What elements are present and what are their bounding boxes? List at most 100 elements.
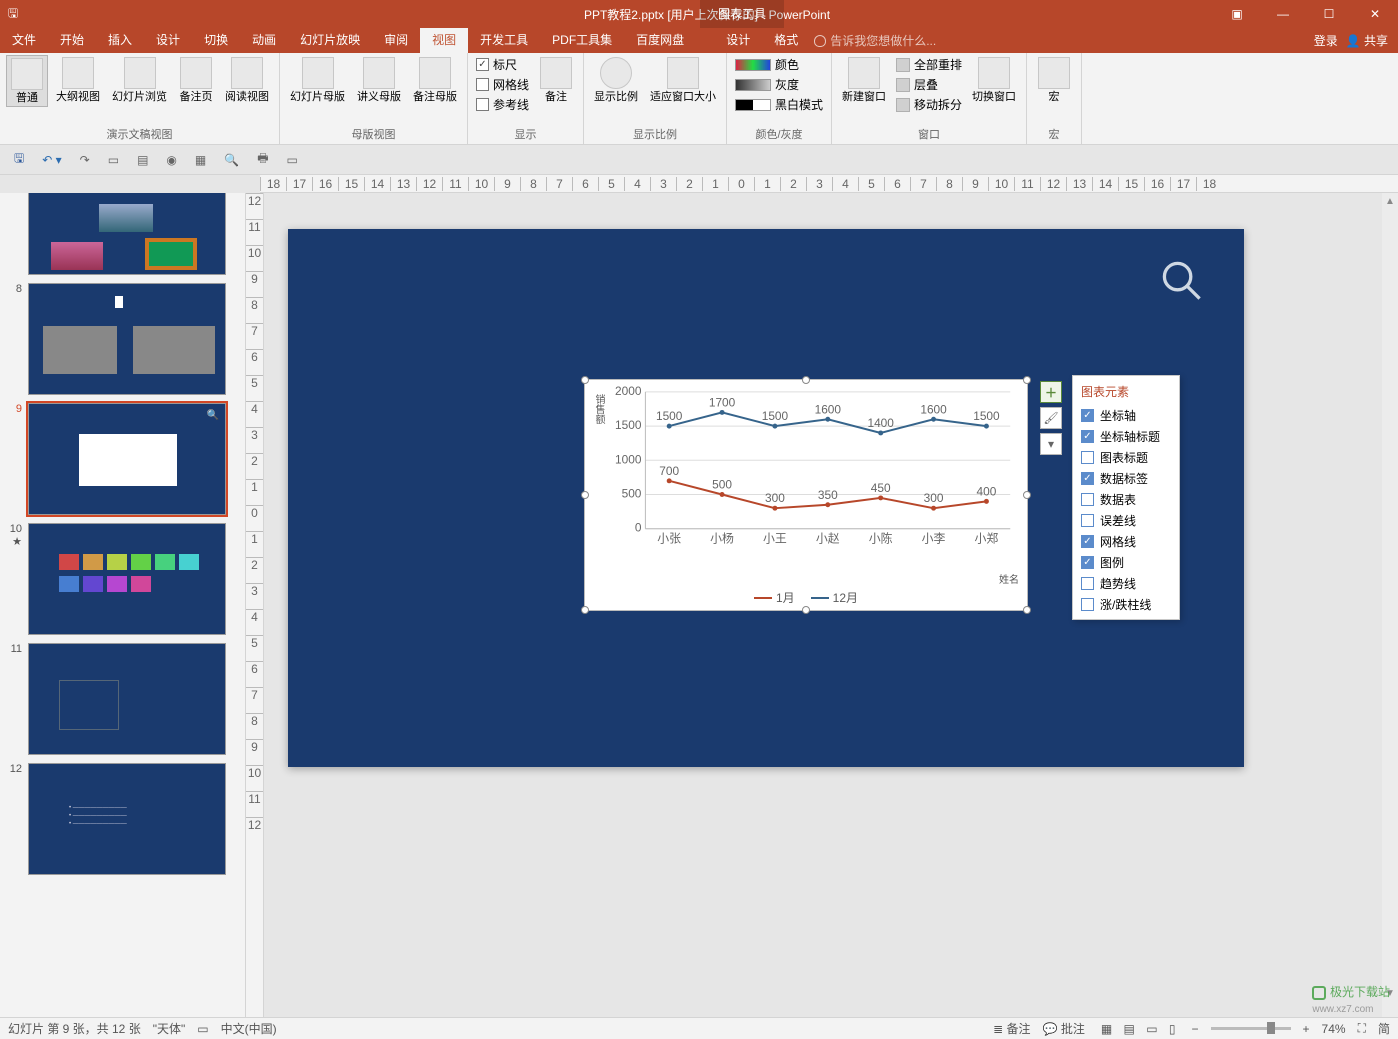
thumb-slide-11[interactable]: 11 [0, 639, 245, 759]
new-window-button[interactable]: 新建窗口 [838, 55, 890, 105]
qat-icon-2[interactable]: ▤ [137, 153, 148, 167]
maximize-icon[interactable]: ☐ [1306, 0, 1352, 28]
sorter-view-icon[interactable]: ▤ [1120, 1022, 1139, 1036]
save-icon[interactable]: 🖫 [14, 149, 24, 170]
grayscale-button[interactable]: 灰度 [733, 75, 825, 94]
fit-slide-icon[interactable]: ⛶ [1358, 1021, 1366, 1036]
gridlines-checkbox[interactable]: 网格线 [474, 75, 531, 94]
arrange-all-button[interactable]: 全部重排 [894, 55, 964, 74]
tab-insert[interactable]: 插入 [96, 28, 144, 53]
tab-chart-format[interactable]: 格式 [762, 28, 810, 53]
zoom-button[interactable]: 显示比例 [590, 55, 642, 105]
slide-counter[interactable]: 幻灯片 第 9 张，共 12 张 [8, 1020, 141, 1037]
chart-filters-button[interactable]: ▾ [1040, 433, 1062, 455]
resize-handle-tl[interactable] [581, 376, 589, 384]
color-mode-button[interactable]: 颜色 [733, 55, 825, 74]
view-sorter-button[interactable]: 幻灯片浏览 [108, 55, 171, 105]
scroll-up-icon[interactable]: ▲ [1382, 193, 1398, 209]
ce-趋势线[interactable]: 趋势线 [1073, 573, 1179, 594]
thumb-slide-9[interactable]: 9🔍 [0, 399, 245, 519]
tab-transitions[interactable]: 切换 [192, 28, 240, 53]
qat-icon-1[interactable]: ▭ [108, 153, 119, 167]
tab-developer[interactable]: 开发工具 [468, 28, 540, 53]
bw-mode-button[interactable]: 黑白模式 [733, 95, 825, 114]
notes-master-button[interactable]: 备注母版 [409, 55, 461, 105]
resize-handle-tr[interactable] [1023, 376, 1031, 384]
qat-icon-3[interactable]: ◉ [166, 153, 176, 167]
tab-file[interactable]: 文件 [0, 28, 48, 53]
view-normal-button[interactable]: 普通 [6, 55, 48, 107]
tab-design[interactable]: 设计 [144, 28, 192, 53]
notes-toggle[interactable]: ≣ 备注 [993, 1020, 1030, 1037]
undo-icon[interactable]: ↶ ▾ [42, 153, 61, 167]
ce-误差线[interactable]: 误差线 [1073, 510, 1179, 531]
chart-styles-button[interactable]: 🖌 [1040, 407, 1062, 429]
cascade-button[interactable]: 层叠 [894, 75, 964, 94]
login-button[interactable]: 登录 [1314, 32, 1338, 49]
zoom-in-icon[interactable]: + [1303, 1022, 1310, 1036]
slide-master-button[interactable]: 幻灯片母版 [286, 55, 349, 105]
guides-checkbox[interactable]: 参考线 [474, 95, 531, 114]
ruler-checkbox[interactable]: 标尺 [474, 55, 531, 74]
thumb-slide-8[interactable]: 8 [0, 279, 245, 399]
language-indicator[interactable]: 中文(中国) [221, 1020, 277, 1037]
horizontal-ruler[interactable]: 1817161514131211109876543210123456789101… [260, 175, 1398, 193]
tab-chart-design[interactable]: 设计 [714, 28, 762, 53]
qat-icon-5[interactable]: 🔍 [224, 153, 239, 167]
tab-review[interactable]: 审阅 [372, 28, 420, 53]
tab-baidu[interactable]: 百度网盘 [624, 28, 696, 53]
view-notespage-button[interactable]: 备注页 [175, 55, 217, 105]
ce-图表标题[interactable]: 图表标题 [1073, 447, 1179, 468]
chart-elements-button[interactable]: ＋ [1040, 381, 1062, 403]
resize-handle-br[interactable] [1023, 606, 1031, 614]
zoom-out-icon[interactable]: − [1192, 1022, 1199, 1036]
simplified-chinese-indicator[interactable]: 简 [1378, 1020, 1390, 1037]
tab-slideshow[interactable]: 幻灯片放映 [288, 28, 372, 53]
resize-handle-bl[interactable] [581, 606, 589, 614]
slide-thumbnail-panel[interactable]: 89🔍10 ★1112• —————————• —————————• —————… [0, 193, 246, 1017]
resize-handle-bm[interactable] [802, 606, 810, 614]
qat-icon-4[interactable]: ▦ [195, 153, 206, 167]
zoom-slider[interactable] [1211, 1027, 1291, 1030]
minimize-icon[interactable]: — [1260, 0, 1306, 28]
vertical-scrollbar[interactable]: ▲ ▼ [1382, 193, 1398, 1017]
autosave-icon[interactable]: 🖫 [4, 5, 22, 23]
share-button[interactable]: 👤 共享 [1346, 32, 1388, 49]
resize-handle-ml[interactable] [581, 491, 589, 499]
ce-图例[interactable]: 图例 [1073, 552, 1179, 573]
slideshow-view-icon[interactable]: ▯ [1165, 1022, 1180, 1036]
resize-handle-mr[interactable] [1023, 491, 1031, 499]
tell-me-search[interactable]: 告诉我您想做什么... [810, 28, 970, 53]
fit-window-button[interactable]: 适应窗口大小 [646, 55, 720, 105]
thumb-slide-7-partial[interactable] [0, 193, 245, 279]
close-icon[interactable]: ✕ [1352, 0, 1398, 28]
ce-坐标轴[interactable]: 坐标轴 [1073, 405, 1179, 426]
qat-icon-7[interactable]: ▭ [287, 153, 298, 167]
comments-toggle[interactable]: 💬 批注 [1043, 1020, 1085, 1037]
accessibility-icon[interactable]: ▭ [197, 1022, 208, 1036]
ce-数据表[interactable]: 数据表 [1073, 489, 1179, 510]
ce-数据标签[interactable]: 数据标签 [1073, 468, 1179, 489]
normal-view-icon[interactable]: ▦ [1097, 1022, 1116, 1036]
tab-pdf[interactable]: PDF工具集 [540, 28, 624, 53]
reading-view-icon[interactable]: ▭ [1142, 1022, 1161, 1036]
macros-button[interactable]: 宏 [1033, 55, 1075, 105]
tab-animations[interactable]: 动画 [240, 28, 288, 53]
tab-view[interactable]: 视图 [420, 28, 468, 53]
thumb-slide-12[interactable]: 12• —————————• —————————• ————————— [0, 759, 245, 879]
vertical-ruler[interactable]: 1211109876543210123456789101112 [246, 193, 264, 1017]
ce-坐标轴标题[interactable]: 坐标轴标题 [1073, 426, 1179, 447]
ce-涨/跌柱线[interactable]: 涨/跌柱线 [1073, 594, 1179, 615]
slide-canvas[interactable]: 销售额 姓名 0500100015002000小张小杨小王小赵小陈小李小郑700… [264, 193, 1398, 1017]
thumb-slide-10[interactable]: 10 ★ [0, 519, 245, 639]
tab-home[interactable]: 开始 [48, 28, 96, 53]
qat-icon-6[interactable]: 🖶 [257, 149, 268, 170]
redo-icon[interactable]: ↷ [80, 153, 90, 167]
handout-master-button[interactable]: 讲义母版 [353, 55, 405, 105]
view-reading-button[interactable]: 阅读视图 [221, 55, 273, 105]
view-outline-button[interactable]: 大纲视图 [52, 55, 104, 105]
resize-handle-tm[interactable] [802, 376, 810, 384]
chart-object[interactable]: 销售额 姓名 0500100015002000小张小杨小王小赵小陈小李小郑700… [584, 379, 1028, 611]
zoom-percent[interactable]: 74% [1322, 1022, 1346, 1036]
ribbon-display-icon[interactable]: ▣ [1214, 0, 1260, 28]
